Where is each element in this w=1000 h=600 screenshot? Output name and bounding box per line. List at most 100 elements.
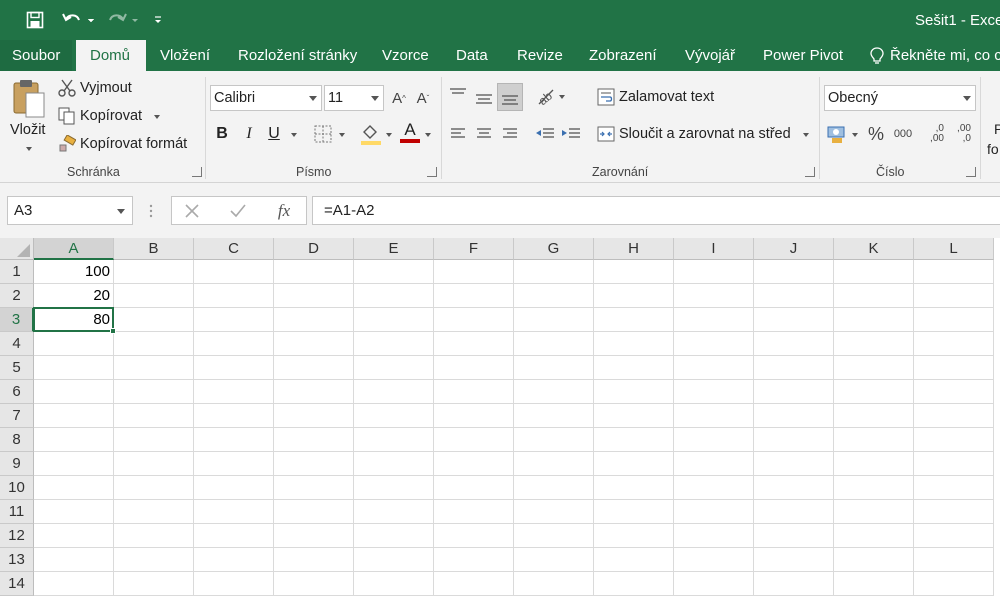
- chevron-down-icon[interactable]: [117, 209, 125, 214]
- tab-developer[interactable]: Vývojář: [685, 40, 735, 71]
- format-painter-button[interactable]: Kopírovat formát: [80, 136, 187, 152]
- cell-g12[interactable]: [514, 524, 594, 548]
- cell-i14[interactable]: [674, 572, 754, 596]
- paste-icon[interactable]: [10, 77, 48, 121]
- cell-b2[interactable]: [114, 284, 194, 308]
- column-header-c[interactable]: C: [194, 238, 274, 260]
- cell-a8[interactable]: [34, 428, 114, 452]
- increase-indent-icon[interactable]: [560, 125, 582, 143]
- cell-e2[interactable]: [354, 284, 434, 308]
- cell-b11[interactable]: [114, 500, 194, 524]
- cell-j6[interactable]: [754, 380, 834, 404]
- cell-h7[interactable]: [594, 404, 674, 428]
- cell-l12[interactable]: [914, 524, 994, 548]
- cell-b5[interactable]: [114, 356, 194, 380]
- cell-a12[interactable]: [34, 524, 114, 548]
- cell-d14[interactable]: [274, 572, 354, 596]
- column-header-j[interactable]: J: [754, 238, 834, 260]
- borders-icon[interactable]: [313, 124, 333, 144]
- fill-handle[interactable]: [110, 328, 116, 334]
- cell-g4[interactable]: [514, 332, 594, 356]
- cell-i11[interactable]: [674, 500, 754, 524]
- cell-f13[interactable]: [434, 548, 514, 572]
- tell-me-box[interactable]: Řekněte mi, co c: [870, 40, 1000, 71]
- cell-a6[interactable]: [34, 380, 114, 404]
- cell-l4[interactable]: [914, 332, 994, 356]
- cell-e9[interactable]: [354, 452, 434, 476]
- cell-e6[interactable]: [354, 380, 434, 404]
- cell-h5[interactable]: [594, 356, 674, 380]
- cell-i1[interactable]: [674, 260, 754, 284]
- align-right-icon[interactable]: [500, 125, 520, 143]
- tab-page-layout[interactable]: Rozložení stránky: [238, 40, 357, 71]
- cell-l7[interactable]: [914, 404, 994, 428]
- percent-style-button[interactable]: %: [866, 123, 886, 145]
- cell-e4[interactable]: [354, 332, 434, 356]
- cell-h12[interactable]: [594, 524, 674, 548]
- cell-d8[interactable]: [274, 428, 354, 452]
- fill-color-dropdown-arrow[interactable]: [386, 133, 392, 137]
- cell-f9[interactable]: [434, 452, 514, 476]
- orientation-icon[interactable]: ab: [535, 85, 557, 107]
- cell-c3[interactable]: [194, 308, 274, 332]
- wrap-text-button[interactable]: Zalamovat text: [619, 89, 714, 105]
- cell-k2[interactable]: [834, 284, 914, 308]
- cell-i6[interactable]: [674, 380, 754, 404]
- cell-f7[interactable]: [434, 404, 514, 428]
- number-launcher-icon[interactable]: [966, 167, 976, 177]
- cell-b12[interactable]: [114, 524, 194, 548]
- clipboard-launcher-icon[interactable]: [192, 167, 202, 177]
- cell-b6[interactable]: [114, 380, 194, 404]
- row-header-5[interactable]: 5: [0, 356, 34, 380]
- cell-i8[interactable]: [674, 428, 754, 452]
- cell-e14[interactable]: [354, 572, 434, 596]
- row-header-13[interactable]: 13: [0, 548, 34, 572]
- cell-a1[interactable]: 100: [34, 260, 114, 284]
- cell-i12[interactable]: [674, 524, 754, 548]
- column-header-f[interactable]: F: [434, 238, 514, 260]
- column-header-i[interactable]: I: [674, 238, 754, 260]
- number-format-select[interactable]: Obecný: [824, 85, 976, 111]
- tab-power-pivot[interactable]: Power Pivot: [763, 40, 843, 71]
- thousands-separator-button[interactable]: 000: [890, 123, 916, 145]
- cell-h4[interactable]: [594, 332, 674, 356]
- cell-l11[interactable]: [914, 500, 994, 524]
- cell-j1[interactable]: [754, 260, 834, 284]
- align-middle-icon[interactable]: [473, 85, 495, 111]
- grow-font-icon[interactable]: A ^: [390, 87, 408, 109]
- cell-i3[interactable]: [674, 308, 754, 332]
- cell-j4[interactable]: [754, 332, 834, 356]
- cell-h2[interactable]: [594, 284, 674, 308]
- column-header-l[interactable]: L: [914, 238, 994, 260]
- cell-g1[interactable]: [514, 260, 594, 284]
- cell-g2[interactable]: [514, 284, 594, 308]
- splitter-dots-icon[interactable]: [145, 202, 157, 220]
- cell-g9[interactable]: [514, 452, 594, 476]
- cell-l14[interactable]: [914, 572, 994, 596]
- save-icon[interactable]: [24, 8, 46, 32]
- decrease-decimal-button[interactable]: ,00 ,0: [952, 121, 976, 147]
- cell-d4[interactable]: [274, 332, 354, 356]
- cell-d1[interactable]: [274, 260, 354, 284]
- cell-l8[interactable]: [914, 428, 994, 452]
- cell-i13[interactable]: [674, 548, 754, 572]
- increase-decimal-button[interactable]: ,0 ,00: [926, 121, 948, 147]
- cell-b8[interactable]: [114, 428, 194, 452]
- cell-a5[interactable]: [34, 356, 114, 380]
- cell-c2[interactable]: [194, 284, 274, 308]
- font-size-select[interactable]: 11: [324, 85, 384, 111]
- cell-i7[interactable]: [674, 404, 754, 428]
- cell-c11[interactable]: [194, 500, 274, 524]
- cell-g8[interactable]: [514, 428, 594, 452]
- cell-f14[interactable]: [434, 572, 514, 596]
- cell-i9[interactable]: [674, 452, 754, 476]
- cell-d3[interactable]: [274, 308, 354, 332]
- cell-c14[interactable]: [194, 572, 274, 596]
- cell-e8[interactable]: [354, 428, 434, 452]
- cell-k5[interactable]: [834, 356, 914, 380]
- cell-e13[interactable]: [354, 548, 434, 572]
- cell-l5[interactable]: [914, 356, 994, 380]
- column-header-h[interactable]: H: [594, 238, 674, 260]
- row-header-7[interactable]: 7: [0, 404, 34, 428]
- paste-dropdown-arrow[interactable]: [26, 147, 32, 151]
